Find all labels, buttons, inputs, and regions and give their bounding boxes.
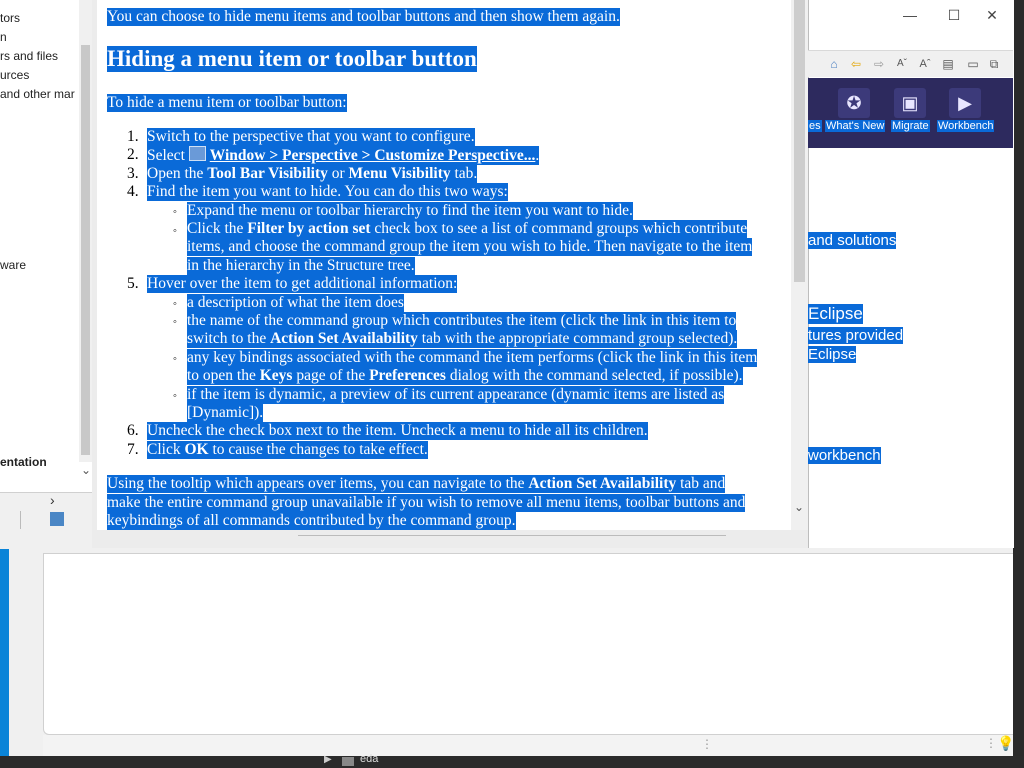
window-menu-icon [188, 146, 206, 161]
bullet-icon: ◦ [173, 206, 177, 218]
step-text: Open the Tool Bar Visibility or Menu Vis… [147, 165, 478, 183]
lead-text: To hide a menu item or toolbar button: [107, 94, 347, 112]
welcome-tab-whats-new[interactable]: What's New [825, 120, 886, 132]
step-number: 3. [127, 165, 139, 182]
bullet-text: in the hierarchy in the Structure tree. [187, 257, 415, 275]
home-icon[interactable]: ⌂ [825, 55, 843, 73]
taskbar: ▶ eda [0, 753, 1024, 768]
step-text: Hover over the item to get additional in… [147, 275, 458, 293]
welcome-text-workbench[interactable]: workbench [808, 447, 881, 464]
step-number: 5. [127, 275, 139, 292]
welcome-tab-samples[interactable]: es [808, 120, 822, 132]
nav-scroll-down-icon[interactable]: ⌄ [81, 463, 91, 477]
taskbar-play-icon[interactable]: ▶ [324, 754, 332, 765]
taskbar-item-label[interactable]: eda [360, 753, 378, 765]
forward-arrow-icon[interactable]: ⇨ [870, 55, 888, 73]
doc-scroll-down-icon[interactable]: ⌄ [794, 500, 804, 514]
minimize-button[interactable]: — [900, 6, 920, 24]
step-text: Select Window > Perspective > Customize … [147, 146, 540, 165]
nav-scrollbar-thumb[interactable] [81, 45, 90, 455]
increase-font-icon[interactable]: Aˆ [916, 55, 934, 73]
step-text: Uncheck the check box next to the item. … [147, 422, 648, 440]
welcome-text-features[interactable]: tures provided [808, 327, 904, 344]
nav-item[interactable]: rs and files [0, 49, 58, 63]
bullet-icon: ◦ [173, 316, 177, 328]
bullet-text: a description of what the item does [187, 294, 404, 312]
bullet-text: switch to the Action Set Availability ta… [187, 330, 738, 348]
bullet-text: items, and choose the command group the … [187, 238, 753, 256]
nav-bottom-bar: › [0, 492, 92, 549]
doc-bottom-bar [92, 530, 808, 548]
doc-scrollbar-thumb[interactable] [794, 0, 805, 282]
bullet-text: the name of the command group which cont… [187, 312, 737, 330]
bullet-text: Expand the menu or toolbar hierarchy to … [187, 202, 633, 220]
bullet-icon: ◦ [173, 298, 177, 310]
step-number: 2. [127, 146, 139, 163]
bullet-icon: ◦ [173, 390, 177, 402]
nav-item[interactable]: ware [0, 258, 26, 272]
divider [298, 535, 726, 536]
show-in-contents-icon[interactable] [50, 512, 64, 526]
bullet-text: any key bindings associated with the com… [187, 349, 758, 367]
welcome-heading-eclipse[interactable]: Eclipse [808, 304, 863, 324]
migrate-icon[interactable]: ▣ [894, 88, 926, 118]
step-number: 1. [127, 128, 139, 145]
welcome-tab-workbench[interactable]: Workbench [937, 120, 995, 132]
step-number: 6. [127, 422, 139, 439]
step-number: 7. [127, 441, 139, 458]
tail-text: make the entire command group unavailabl… [107, 494, 746, 512]
nav-item[interactable]: n [0, 30, 7, 44]
tail-text: keybindings of all commands contributed … [107, 512, 516, 530]
back-arrow-icon[interactable]: ⇦ [847, 55, 865, 73]
whats-new-icon[interactable]: ✪ [838, 88, 870, 118]
tip-lightbulb-icon[interactable]: 💡 [997, 735, 1014, 752]
intro-text: You can choose to hide menu items and to… [107, 8, 620, 26]
maximize-button[interactable]: ☐ [944, 6, 964, 24]
customize-page-icon[interactable]: ▤ [939, 55, 957, 73]
minimize-view-icon[interactable]: ▭ [964, 55, 982, 73]
background-editor-area [43, 553, 1014, 735]
window-title-controls: — ☐ ✕ [808, 0, 1013, 30]
nav-item[interactable]: and other mar [0, 87, 75, 101]
step-text: Click OK to cause the changes to take ef… [147, 441, 428, 459]
bullet-icon: ◦ [173, 353, 177, 365]
nav-item-selected[interactable]: entation [0, 455, 47, 469]
help-toolbar: ⌂ ⇦ ⇨ Aˇ Aˆ ▤ ▭ ⧉ [808, 50, 1013, 77]
welcome-tab-migrate[interactable]: Migrate [891, 120, 930, 132]
workbench-icon[interactable]: ▶ [949, 88, 981, 118]
taskbar-folder-icon[interactable] [342, 757, 354, 766]
bullet-icon: ◦ [173, 225, 177, 237]
bullet-text: Click the Filter by action set check box… [187, 220, 748, 238]
close-button[interactable]: ✕ [982, 6, 1002, 24]
tail-text: Using the tooltip which appears over ite… [107, 475, 726, 493]
background-editor-strip [1013, 0, 1024, 768]
restore-view-icon[interactable]: ⧉ [985, 55, 1003, 73]
nav-item[interactable]: urces [0, 68, 29, 82]
bullet-text: if the item is dynamic, a preview of its… [187, 386, 725, 404]
decrease-font-icon[interactable]: Aˇ [893, 55, 911, 73]
status-drag-handle-icon[interactable]: ⋮ [701, 737, 713, 751]
welcome-banner: ✪ ▣ ▶ es What's New Migrate Workbench [808, 78, 1013, 148]
page-title: Hiding a menu item or toolbar button [107, 46, 477, 72]
welcome-text-solutions[interactable]: and solutions [808, 232, 897, 249]
bullet-text: [Dynamic]). [187, 404, 264, 422]
divider [20, 511, 21, 529]
step-text: Find the item you want to hide. You can … [147, 183, 508, 201]
customize-perspective-link[interactable]: Window > Perspective > Customize Perspec… [210, 147, 536, 164]
status-drag-handle-icon-2[interactable]: ⋮ [985, 736, 997, 750]
nav-item[interactable]: tors [0, 11, 20, 25]
step-text: Switch to the perspective that you want … [147, 128, 475, 146]
bullet-text: to open the Keys page of the Preferences… [187, 367, 743, 385]
nav-scroll-right-icon[interactable]: › [50, 492, 55, 508]
welcome-text-eclipse[interactable]: Eclipse [808, 346, 857, 363]
background-status-bar: ⋮ ⋮ 💡 [43, 735, 1014, 756]
desktop-background [0, 548, 9, 760]
step-number: 4. [127, 183, 139, 200]
